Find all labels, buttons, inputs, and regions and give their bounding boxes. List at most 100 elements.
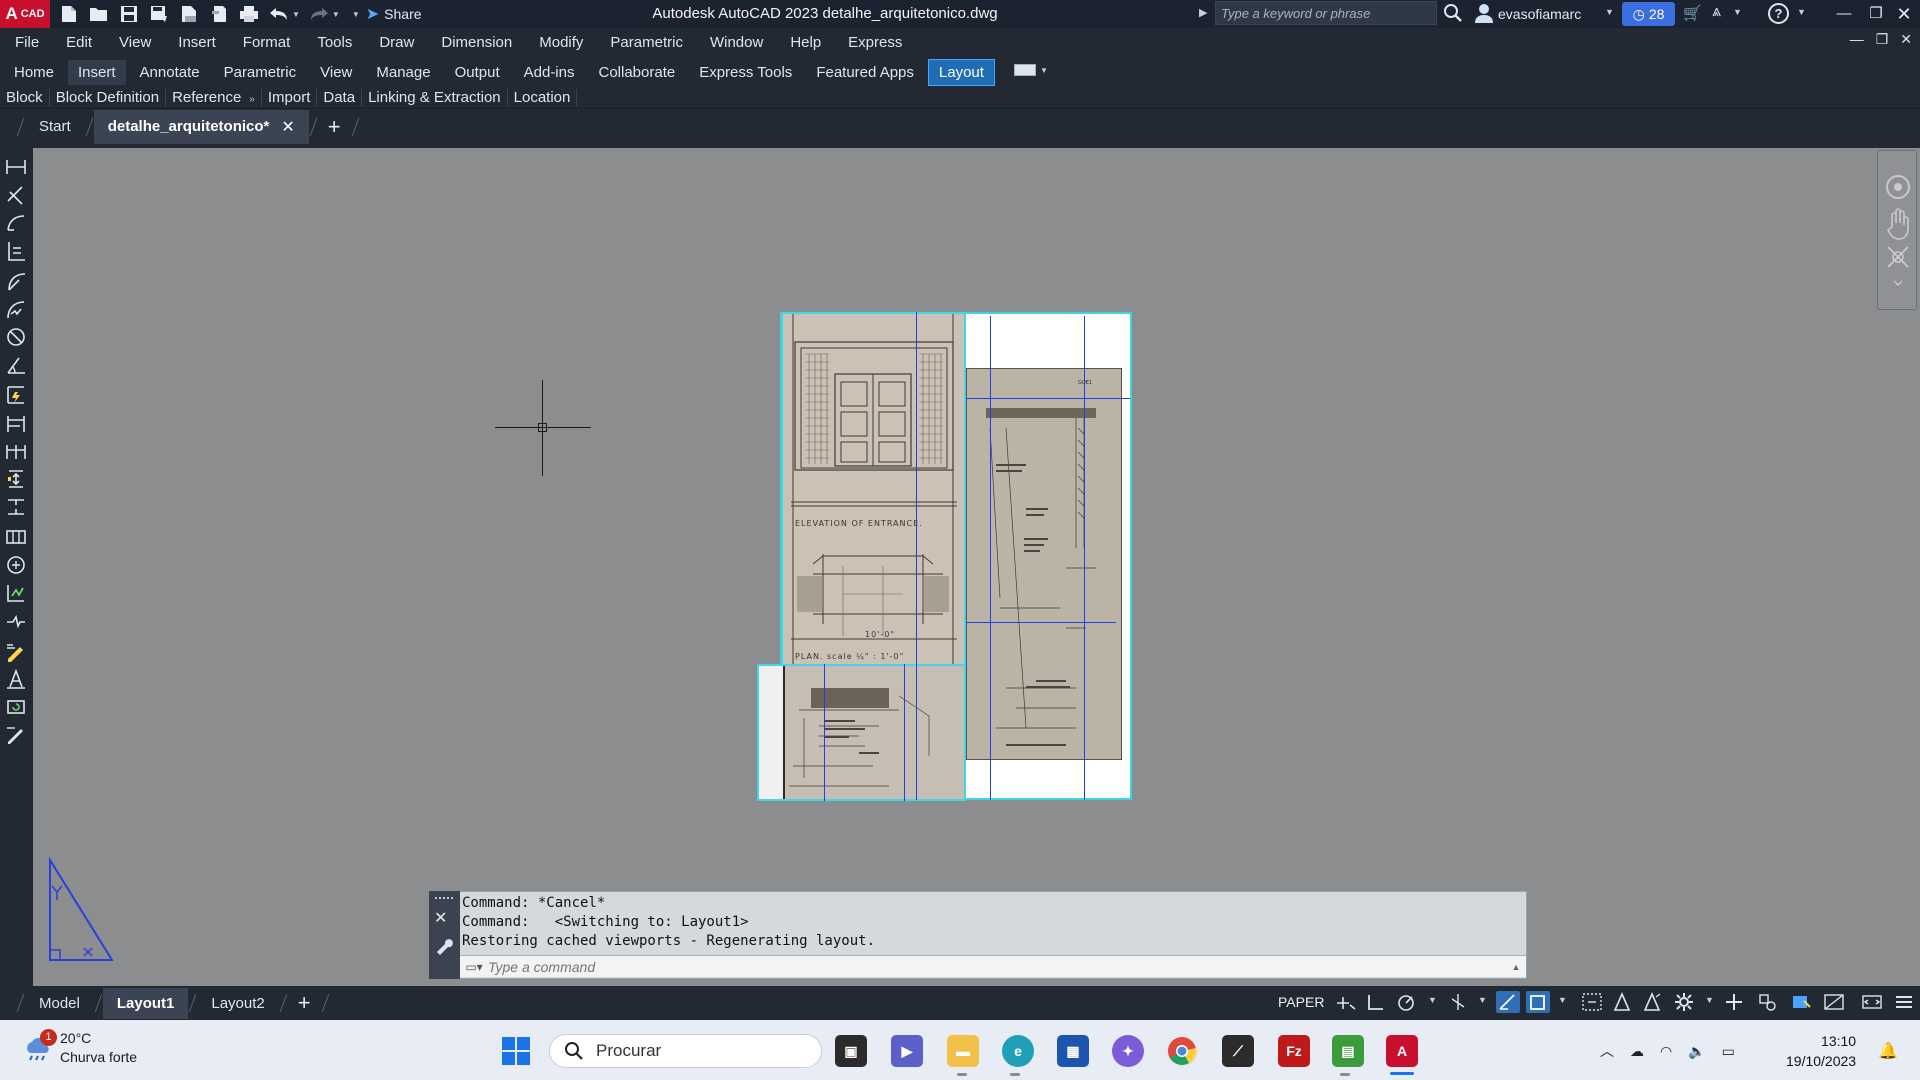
menu-express[interactable]: Express: [839, 34, 911, 51]
menu-insert[interactable]: Insert: [169, 34, 225, 51]
jogged-linear-icon[interactable]: [5, 610, 27, 632]
osnap-caret-icon[interactable]: ▼: [1558, 995, 1567, 1005]
store-icon[interactable]: ▦: [1057, 1035, 1089, 1067]
new-file-icon[interactable]: [58, 4, 80, 24]
doc-tab-drawing[interactable]: detalhe_arquitetonico* ✕: [93, 109, 309, 144]
viewport-entrance-elevation[interactable]: ELEVATION OF ENTRANCE. 10'-0" PLAN. scal…: [781, 312, 966, 666]
tab-home[interactable]: Home: [4, 60, 64, 85]
menu-dimension[interactable]: Dimension: [432, 34, 521, 51]
menu-view[interactable]: View: [110, 34, 160, 51]
tab-featured-apps[interactable]: Featured Apps: [806, 60, 924, 85]
open-folder-icon[interactable]: [88, 4, 110, 24]
customization-menu-icon[interactable]: [1892, 991, 1916, 1013]
panel-import[interactable]: Import: [262, 88, 318, 106]
undo-dropdown-icon[interactable]: ▼: [292, 10, 300, 19]
annotation-monitor-plus-icon[interactable]: [1722, 991, 1746, 1013]
panel-block-definition[interactable]: Block Definition: [50, 88, 167, 106]
search-expand-icon[interactable]: ▶: [1199, 6, 1207, 19]
menu-parametric[interactable]: Parametric: [601, 34, 692, 51]
dimension-update-icon[interactable]: [5, 696, 27, 718]
panel-data[interactable]: Data: [317, 88, 363, 106]
help-caret-icon[interactable]: ▼: [1797, 7, 1806, 17]
onedrive-icon[interactable]: ☁: [1630, 1043, 1644, 1060]
doc-restore-icon[interactable]: ❐: [1876, 31, 1889, 48]
help-search-input[interactable]: Type a keyword or phrase: [1215, 1, 1437, 25]
undo-icon[interactable]: [268, 4, 290, 24]
dimension-break-icon[interactable]: [5, 496, 27, 518]
panel-location[interactable]: Location: [508, 88, 578, 106]
object-snap-icon[interactable]: [1526, 991, 1550, 1013]
share-button[interactable]: ➤ Share: [366, 4, 422, 24]
dimension-style-icon[interactable]: [5, 724, 27, 746]
viewport-cornice-detail[interactable]: [757, 664, 966, 801]
menu-edit[interactable]: Edit: [57, 34, 101, 51]
menu-format[interactable]: Format: [234, 34, 300, 51]
ribbon-minimize-toggle[interactable]: ▼: [1014, 64, 1048, 76]
diameter-dimension-icon[interactable]: [5, 326, 27, 348]
clean-screen-icon[interactable]: [1860, 991, 1884, 1013]
redo-icon[interactable]: [308, 4, 330, 24]
panel-block[interactable]: Block: [0, 88, 50, 106]
workspace-gear-icon[interactable]: [1672, 991, 1696, 1013]
workspace-caret-icon[interactable]: ▼: [1705, 995, 1714, 1005]
angular-dimension-icon[interactable]: [5, 354, 27, 376]
save-icon[interactable]: [118, 4, 140, 24]
notifications-bell-icon[interactable]: 🔔: [1878, 1041, 1898, 1061]
new-drawing-tab-icon[interactable]: +: [318, 114, 351, 140]
layout-tab-model[interactable]: Model: [25, 988, 94, 1019]
zoom-extents-icon[interactable]: [1887, 246, 1909, 268]
polar-caret-icon[interactable]: ▼: [1428, 995, 1437, 1005]
redo-dropdown-icon[interactable]: ▼: [332, 10, 340, 19]
quick-properties-icon[interactable]: [1790, 991, 1814, 1013]
ordinate-dimension-icon[interactable]: [5, 240, 27, 262]
chrome-icon[interactable]: [1166, 1035, 1198, 1067]
steering-wheel-icon[interactable]: [1886, 175, 1910, 199]
continue-dimension-icon[interactable]: [5, 440, 27, 462]
units-icon[interactable]: [1756, 991, 1780, 1013]
tab-add-ins[interactable]: Add-ins: [514, 60, 585, 85]
command-history-expand-icon[interactable]: ▲: [1506, 962, 1526, 972]
graphics-performance-icon[interactable]: [1822, 991, 1846, 1013]
volume-icon[interactable]: 🔈: [1688, 1043, 1705, 1060]
menu-file[interactable]: File: [6, 34, 48, 51]
arc-length-icon[interactable]: [5, 212, 27, 234]
tab-output[interactable]: Output: [445, 60, 510, 85]
command-close-icon[interactable]: ✕: [434, 908, 447, 928]
isodraft-icon[interactable]: [1446, 991, 1470, 1013]
taskbar-search[interactable]: Procurar: [549, 1034, 822, 1068]
tolerance-icon[interactable]: [5, 526, 27, 548]
tab-collaborate[interactable]: Collaborate: [588, 60, 685, 85]
customize-qat-icon[interactable]: ▼: [352, 10, 360, 19]
add-layout-icon[interactable]: +: [288, 990, 321, 1016]
command-input[interactable]: [488, 956, 1506, 977]
minimize-icon[interactable]: —: [1828, 2, 1860, 26]
autodesk-app-icon[interactable]: ⩓: [1712, 3, 1721, 21]
doc-tab-start[interactable]: Start: [25, 111, 85, 142]
tray-overflow-icon[interactable]: ︿: [1600, 1041, 1614, 1061]
inspection-icon[interactable]: [5, 582, 27, 604]
pan-hand-icon[interactable]: [1886, 208, 1909, 240]
menu-help[interactable]: Help: [781, 34, 830, 51]
object-snap-tracking-icon[interactable]: [1496, 991, 1520, 1013]
quick-dimension-icon[interactable]: [5, 384, 27, 406]
tab-insert[interactable]: Insert: [68, 59, 126, 85]
command-customize-wrench-icon[interactable]: [434, 935, 454, 955]
annotation-scale-icon[interactable]: [1640, 991, 1664, 1013]
menu-tools[interactable]: Tools: [308, 34, 361, 51]
help-icon[interactable]: ?: [1768, 3, 1789, 24]
export-icon[interactable]: [178, 4, 200, 24]
doc-minimize-icon[interactable]: —: [1850, 31, 1864, 48]
linear-dimension-icon[interactable]: [5, 156, 27, 178]
tab-parametric[interactable]: Parametric: [214, 60, 307, 85]
tab-view[interactable]: View: [310, 60, 362, 85]
autocad-taskbar-icon[interactable]: A: [1386, 1035, 1418, 1067]
paper-space-toggle[interactable]: PAPER: [1278, 994, 1324, 1010]
user-icon[interactable]: [1474, 3, 1494, 23]
dimension-text-edit-icon[interactable]: [5, 668, 27, 690]
search-icon[interactable]: [1443, 3, 1463, 23]
taskbar-clock[interactable]: 13:10 19/10/2023: [1786, 1031, 1856, 1071]
menu-window[interactable]: Window: [701, 34, 772, 51]
app-menu-button[interactable]: A CAD: [0, 0, 50, 28]
edge-icon[interactable]: e: [1002, 1035, 1034, 1067]
windows-start-icon[interactable]: [501, 1036, 531, 1066]
